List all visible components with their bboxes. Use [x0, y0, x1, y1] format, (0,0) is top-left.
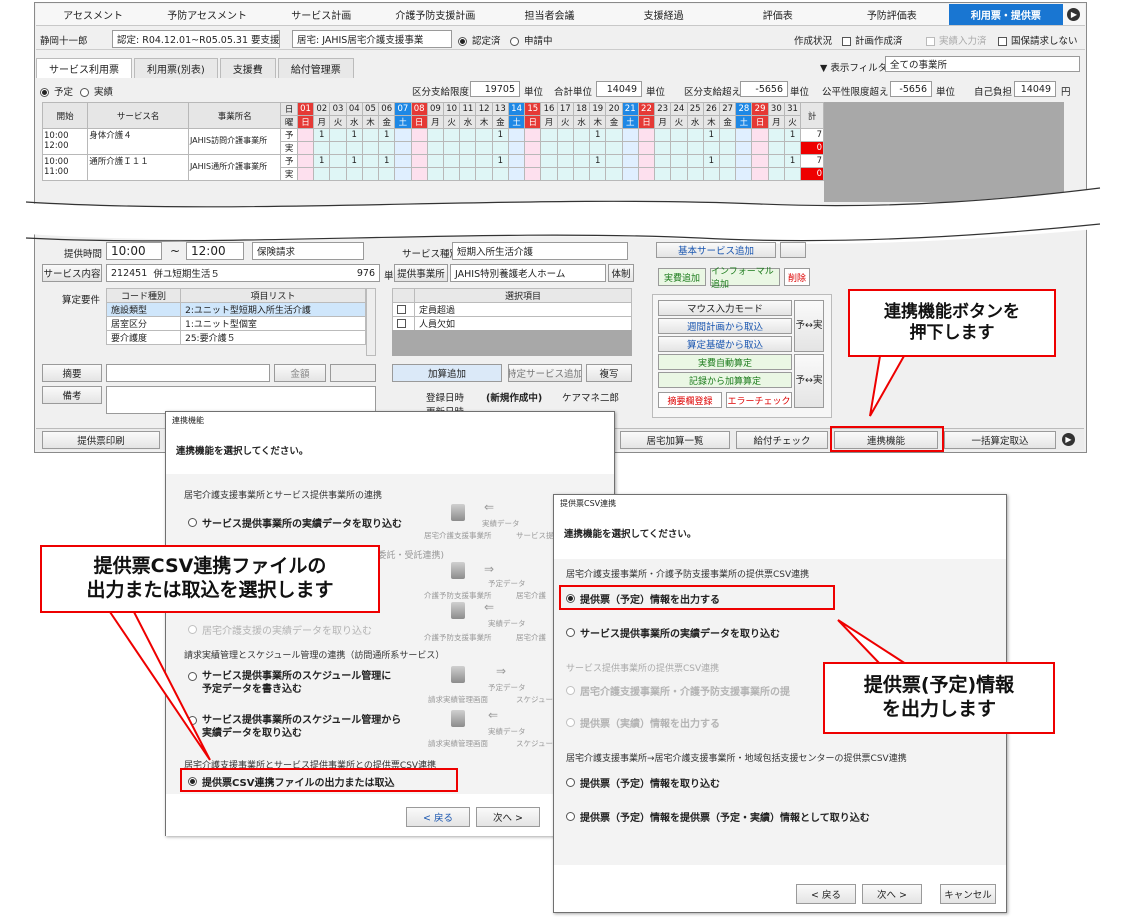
callout-yotei-output: 提供票(予定)情報 を出力します [823, 662, 1055, 734]
callout-pointers [108, 355, 910, 761]
callout-renkei: 連携機能ボタンを 押下します [848, 289, 1056, 357]
callout-csv-select: 提供票CSV連携ファイルの 出力または取込を選択します [40, 545, 380, 613]
